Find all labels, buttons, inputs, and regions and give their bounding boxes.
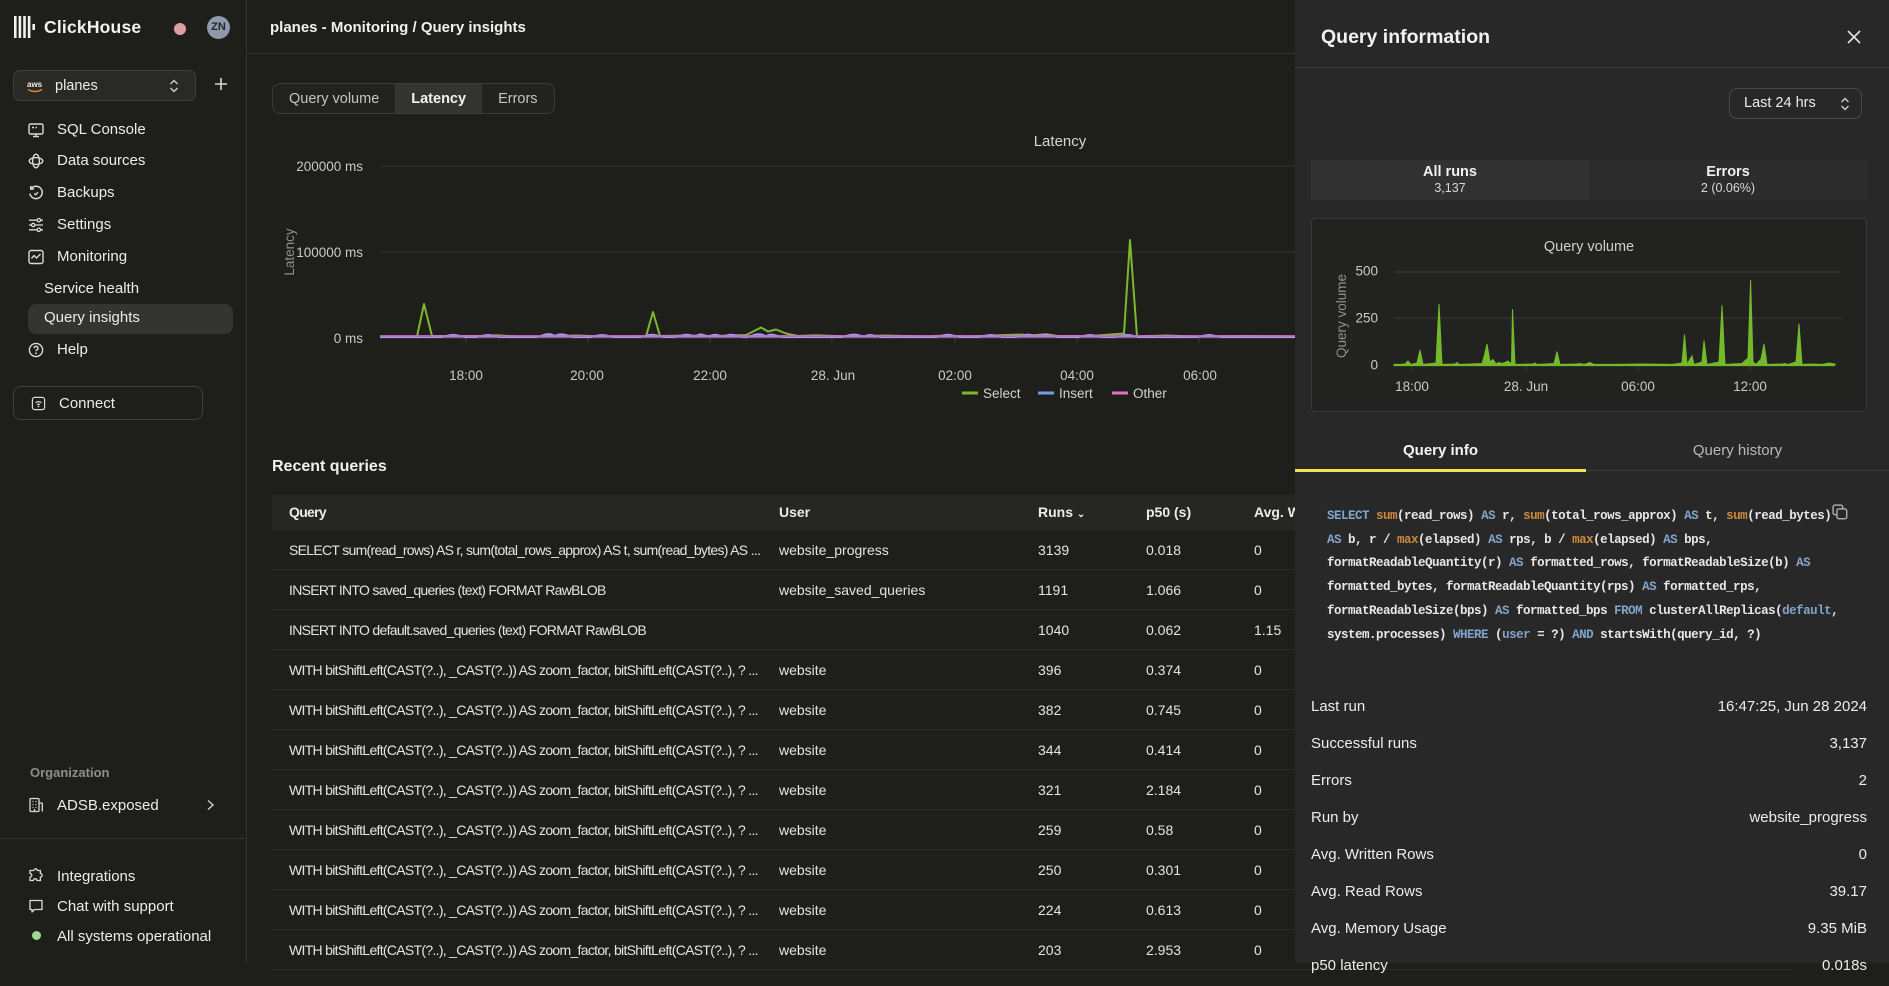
svg-text:Latency: Latency: [1034, 133, 1087, 150]
svg-text:06:00: 06:00: [1621, 379, 1655, 394]
svg-text:Insert: Insert: [1059, 386, 1093, 401]
svg-text:100000 ms: 100000 ms: [296, 245, 363, 260]
svg-text:06:00: 06:00: [1183, 368, 1217, 383]
svg-text:Latency: Latency: [282, 228, 297, 276]
svg-text:20:00: 20:00: [570, 368, 604, 383]
svg-text:500: 500: [1355, 264, 1378, 279]
svg-text:250: 250: [1355, 311, 1378, 326]
svg-text:18:00: 18:00: [449, 368, 483, 383]
svg-text:28. Jun: 28. Jun: [811, 368, 855, 383]
svg-text:Select: Select: [983, 386, 1021, 401]
svg-text:0 ms: 0 ms: [334, 331, 364, 346]
svg-text:04:00: 04:00: [1060, 368, 1094, 383]
svg-text:18:00: 18:00: [1395, 379, 1429, 394]
svg-text:200000 ms: 200000 ms: [296, 159, 363, 174]
svg-text:22:00: 22:00: [693, 368, 727, 383]
svg-text:0: 0: [1370, 358, 1378, 373]
svg-text:Query volume: Query volume: [1544, 239, 1634, 255]
svg-text:28. Jun: 28. Jun: [1504, 379, 1548, 394]
svg-text:aws: aws: [27, 80, 43, 89]
svg-text:02:00: 02:00: [938, 368, 972, 383]
svg-text:12:00: 12:00: [1733, 379, 1767, 394]
svg-text:Other: Other: [1133, 386, 1167, 401]
svg-text:Query volume: Query volume: [1334, 274, 1349, 358]
